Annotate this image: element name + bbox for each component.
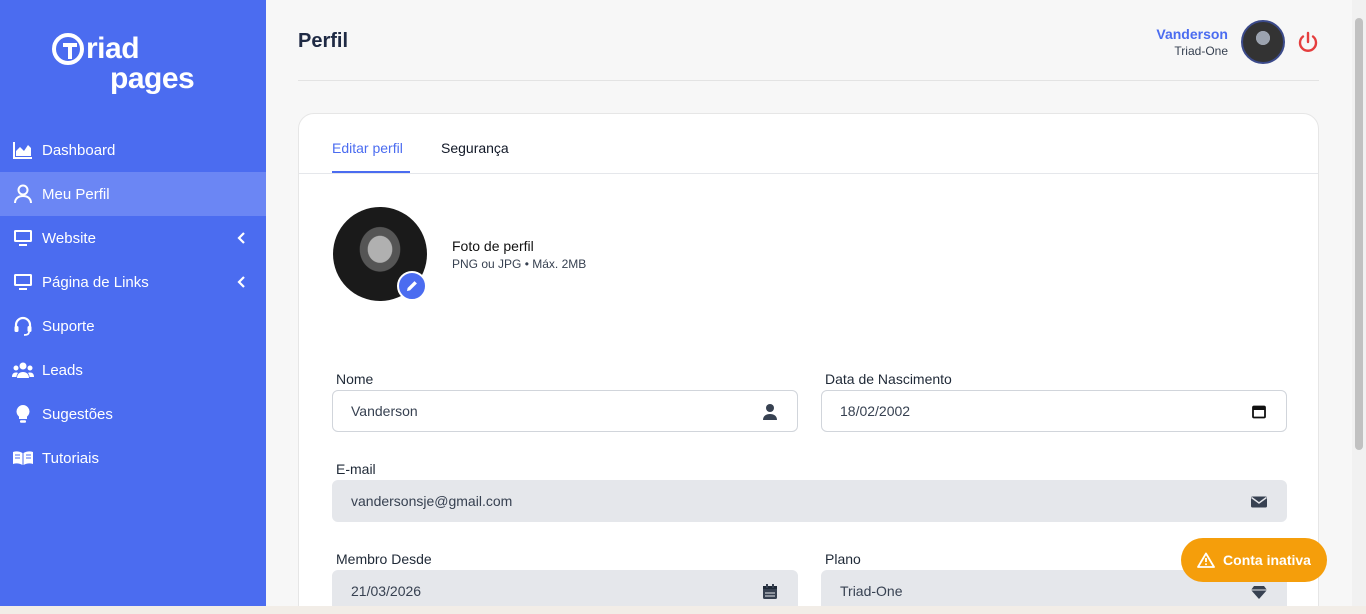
brand-text-top: riad [86,32,140,65]
sidebar-item-label: Meu Perfil [42,185,110,203]
user-company: Triad-One [1174,44,1228,58]
header-divider [298,80,1319,81]
monitor-icon [12,228,34,248]
sidebar-item-leads[interactable]: Leads [0,348,266,392]
tab-seguranca[interactable]: Segurança [441,140,509,156]
sidebar-item-label: Página de Links [42,273,149,291]
sidebar-item-label: Tutoriais [42,449,99,467]
tabs-divider [299,173,1318,174]
bottom-strip [0,606,1366,614]
scrollbar-thumb[interactable] [1355,18,1363,450]
nome-value: Vanderson [351,403,418,419]
tab-editar-perfil[interactable]: Editar perfil [332,140,403,156]
sidebar: riad pages Dashboard Meu Perfil Website [0,0,266,614]
calendar-icon [763,584,777,599]
user-icon [763,404,777,420]
email-label: E-mail [336,461,376,477]
sidebar-item-label: Sugestões [42,405,113,423]
calendar-icon[interactable] [1250,403,1268,421]
lightbulb-icon [12,404,34,424]
sidebar-item-suporte[interactable]: Suporte [0,304,266,348]
book-open-icon [12,448,34,468]
email-field[interactable]: vandersonsje@gmail.com [332,480,1287,522]
users-icon [12,360,34,380]
sidebar-item-meu-perfil[interactable]: Meu Perfil [0,172,266,216]
gem-icon [1251,586,1267,599]
plano-label: Plano [825,551,861,567]
headset-icon [12,316,34,336]
page-title: Perfil [298,30,349,52]
chevron-left-icon[interactable] [234,274,250,290]
nome-label: Nome [336,371,374,387]
sidebar-item-pagina-de-links[interactable]: Página de Links [0,260,266,304]
avatar[interactable] [1241,20,1285,64]
plano-value: Triad-One [840,583,903,599]
photo-hint: PNG ou JPG • Máx. 2MB [452,257,587,271]
membro-label: Membro Desde [336,551,432,567]
chevron-left-icon[interactable] [234,230,250,246]
edit-photo-button[interactable] [397,271,427,301]
sidebar-item-dashboard[interactable]: Dashboard [0,128,266,172]
nome-field[interactable]: Vanderson [332,390,798,432]
envelope-icon [1251,496,1267,508]
nascimento-value: 18/02/2002 [840,403,911,419]
brand-logo[interactable]: riad pages [52,32,222,102]
user-icon [12,184,34,204]
account-inactive-badge[interactable]: Conta inativa [1181,538,1327,582]
photo-label: Foto de perfil [452,238,534,254]
user-name[interactable]: Vanderson [1156,26,1228,42]
sidebar-item-tutoriais[interactable]: Tutoriais [0,436,266,480]
pencil-icon [407,281,417,291]
sidebar-item-label: Leads [42,361,83,379]
nascimento-field[interactable]: 18/02/2002 [821,390,1287,432]
sidebar-item-label: Website [42,229,96,247]
triad-logo-icon [52,33,84,65]
warning-icon [1197,552,1215,568]
email-value: vandersonsje@gmail.com [351,493,513,509]
power-icon[interactable] [1296,30,1320,54]
monitor-icon [12,272,34,292]
status-badge-label: Conta inativa [1223,552,1311,568]
profile-card: Editar perfil Segurança Foto de perfil P… [298,113,1319,614]
sidebar-item-label: Dashboard [42,141,116,159]
sidebar-nav: Dashboard Meu Perfil Website Página de L… [0,128,266,480]
sidebar-item-sugestoes[interactable]: Sugestões [0,392,266,436]
brand-text-bottom: pages [110,62,195,95]
membro-value: 21/03/2026 [351,583,422,599]
nascimento-label: Data de Nascimento [825,371,952,387]
chart-area-icon [12,140,34,160]
sidebar-item-website[interactable]: Website [0,216,266,260]
page-scrollbar[interactable] [1352,0,1366,614]
sidebar-item-label: Suporte [42,317,95,335]
